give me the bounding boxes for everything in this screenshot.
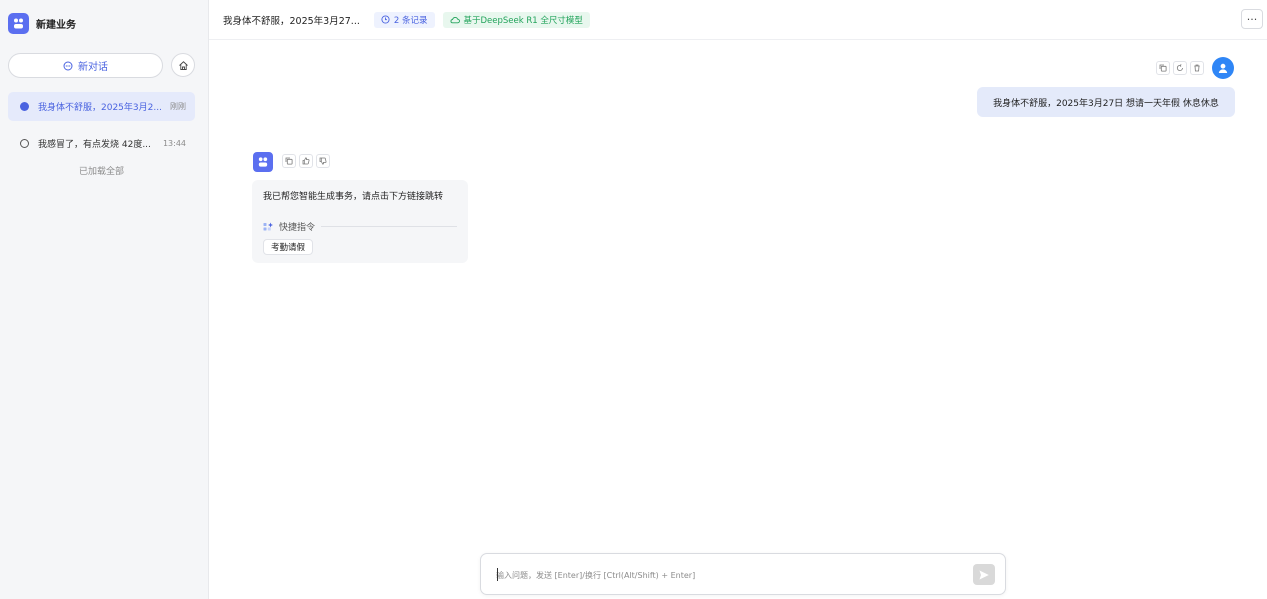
model-label: 基于DeepSeek R1 全尺寸模型 bbox=[463, 15, 583, 26]
bot-message-text: 我已帮您智能生成事务，请点击下方链接跳转 bbox=[263, 192, 444, 202]
chat-input-box bbox=[480, 553, 1006, 595]
divider bbox=[321, 226, 457, 227]
thumbs-up-icon bbox=[302, 157, 310, 165]
copy-icon bbox=[285, 157, 293, 165]
quick-commands-label: 快捷指令 bbox=[279, 223, 316, 233]
bot-message-bubble: 我已帮您智能生成事务，请点击下方链接跳转 快捷指令 考勤请假 bbox=[252, 180, 468, 263]
like-button[interactable] bbox=[299, 154, 313, 168]
refresh-icon bbox=[1176, 64, 1183, 71]
brand-name: 新建业务 bbox=[36, 19, 76, 31]
chat-bubble-icon bbox=[20, 102, 29, 111]
message-input[interactable] bbox=[496, 567, 956, 583]
user-message-text: 我身体不舒服，2025年3月27日 想请一天年假 休息休息 bbox=[993, 98, 1219, 109]
quick-command-chip[interactable]: 考勤请假 bbox=[263, 239, 314, 255]
thumbs-down-icon bbox=[319, 157, 327, 165]
loaded-all-text: 已加载全部 bbox=[78, 167, 124, 177]
user-avatar bbox=[1212, 57, 1234, 79]
sidebar: 新建业务 新对话 我身体不舒服，2025年3月2... 刚刚 我感冒了，有点发烧… bbox=[0, 0, 209, 599]
user-message-actions bbox=[1153, 61, 1204, 75]
conversation-title: 我身体不舒服，2025年3月2... bbox=[38, 103, 162, 113]
bot-logo-icon bbox=[258, 157, 268, 167]
regenerate-button[interactable] bbox=[1173, 61, 1187, 75]
more-options-button[interactable]: ··· bbox=[1241, 9, 1263, 29]
send-button[interactable] bbox=[973, 564, 995, 585]
model-badge: 基于DeepSeek R1 全尺寸模型 bbox=[442, 11, 590, 28]
user-avatar-icon bbox=[1218, 63, 1228, 73]
conversation-time: 刚刚 bbox=[170, 102, 186, 111]
chat-bubble-icon bbox=[63, 61, 73, 70]
text-caret bbox=[497, 568, 498, 581]
bot-logo-icon bbox=[8, 12, 29, 34]
house-icon bbox=[178, 60, 188, 70]
new-chat-button[interactable]: 新对话 bbox=[8, 53, 163, 78]
conversation-item-active[interactable]: 我身体不舒服，2025年3月2... 刚刚 bbox=[8, 92, 195, 121]
send-icon bbox=[979, 570, 989, 579]
user-message-bubble: 我身体不舒服，2025年3月27日 想请一天年假 休息休息 bbox=[977, 87, 1235, 117]
home-button[interactable] bbox=[171, 53, 195, 77]
brand: 新建业务 bbox=[8, 12, 76, 34]
records-badge[interactable]: 2 条记录 bbox=[373, 11, 435, 28]
clock-icon bbox=[381, 15, 390, 24]
records-label: 2 条记录 bbox=[393, 15, 428, 26]
quick-commands-header: 快捷指令 bbox=[263, 220, 457, 233]
more-icon: ··· bbox=[1246, 12, 1258, 26]
chat-header: 我身体不舒服，2025年3月27... 2 条记录 基于DeepSeek R1 … bbox=[209, 0, 1267, 40]
copy-icon bbox=[1159, 64, 1167, 72]
dislike-button[interactable] bbox=[316, 154, 330, 168]
trash-icon bbox=[1194, 64, 1200, 72]
cloud-icon bbox=[450, 16, 460, 23]
conversation-time: 13:44 bbox=[162, 139, 186, 148]
bot-avatar bbox=[253, 152, 273, 172]
new-chat-label: 新对话 bbox=[78, 62, 108, 73]
delete-button[interactable] bbox=[1190, 61, 1204, 75]
copy-button[interactable] bbox=[1156, 61, 1170, 75]
conversation-title: 我感冒了，有点发烧 42度... bbox=[38, 140, 151, 150]
sparkle-icon bbox=[263, 222, 273, 230]
chat-bubble-icon bbox=[20, 139, 29, 148]
conversation-item[interactable]: 我感冒了，有点发烧 42度... 13:44 bbox=[8, 129, 195, 158]
bot-message-actions bbox=[279, 154, 330, 168]
copy-button[interactable] bbox=[282, 154, 296, 168]
page-title: 我身体不舒服，2025年3月27... bbox=[223, 15, 360, 27]
